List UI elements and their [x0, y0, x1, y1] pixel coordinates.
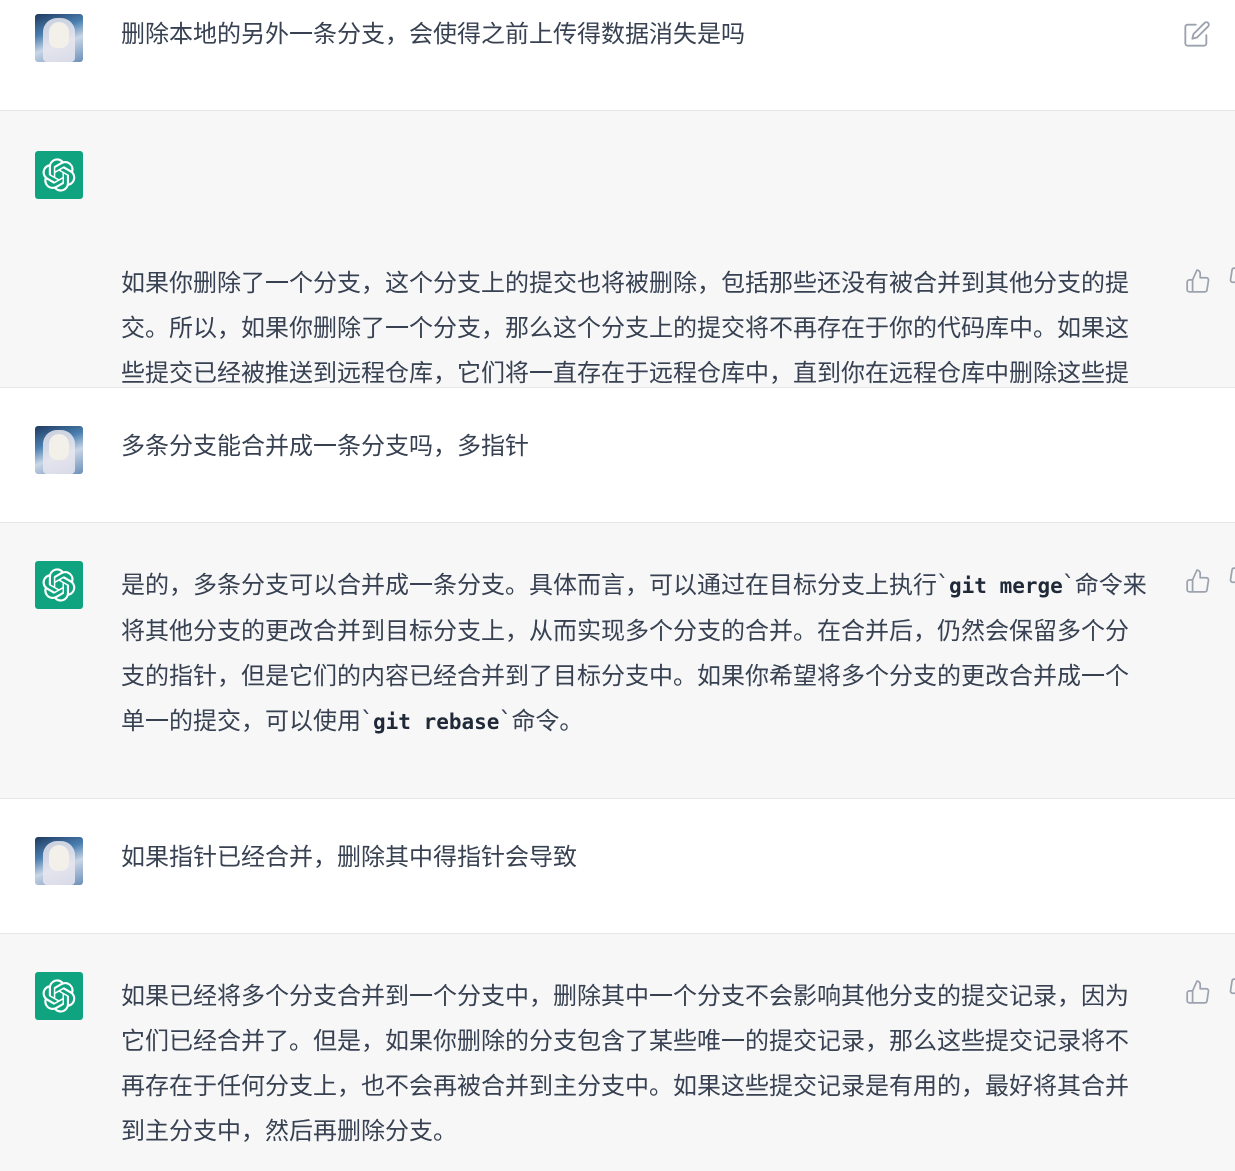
- assistant-message: 如果你删除了一个分支，这个分支上的提交也将被删除，包括那些还没有被合并到其他分支…: [0, 111, 1235, 432]
- assistant-message: 如果已经将多个分支合并到一个分支中，删除其中一个分支不会影响其他分支的提交记录，…: [0, 934, 1235, 1171]
- user-message: 删除本地的另外一条分支，会使得之前上传得数据消失是吗: [0, 0, 1235, 111]
- assistant-message: 是的，多条分支可以合并成一条分支。具体而言，可以通过在目标分支上执行`git m…: [0, 523, 1235, 799]
- inline-code: git merge: [949, 574, 1063, 598]
- conversation-thread: 删除本地的另外一条分支，会使得之前上传得数据消失是吗 如果你删除了一个分支，这个…: [0, 0, 1235, 1171]
- message-text: 如果指针已经合并，删除其中得指针会导致: [121, 843, 577, 871]
- user-avatar: [35, 14, 83, 62]
- openai-logo-icon: [35, 151, 83, 199]
- user-avatar: [35, 426, 83, 474]
- edit-icon[interactable]: [1183, 20, 1211, 48]
- user-message: 多条分支能合并成一条分支吗，多指针: [0, 388, 1235, 523]
- user-message: 如果指针已经合并，删除其中得指针会导致: [0, 799, 1235, 934]
- openai-logo-icon: [35, 561, 83, 609]
- thumbs-down-icon[interactable]: [1228, 266, 1235, 294]
- thumbs-down-icon[interactable]: [1228, 977, 1235, 1005]
- thumbs-down-icon[interactable]: [1228, 566, 1235, 594]
- message-text: 删除本地的另外一条分支，会使得之前上传得数据消失是吗: [121, 20, 745, 48]
- message-text: 多条分支能合并成一条分支吗，多指针: [121, 432, 529, 460]
- message-text: 是的，多条分支可以合并成一条分支。具体而言，可以通过在目标分支上执行`git m…: [121, 571, 1147, 735]
- user-avatar: [35, 837, 83, 885]
- thumbs-up-icon[interactable]: [1185, 268, 1213, 296]
- inline-code: git rebase: [373, 710, 500, 734]
- thumbs-up-icon[interactable]: [1185, 568, 1213, 596]
- message-text: 如果已经将多个分支合并到一个分支中，删除其中一个分支不会影响其他分支的提交记录，…: [121, 982, 1129, 1145]
- thumbs-up-icon[interactable]: [1185, 979, 1213, 1007]
- openai-logo-icon: [35, 972, 83, 1020]
